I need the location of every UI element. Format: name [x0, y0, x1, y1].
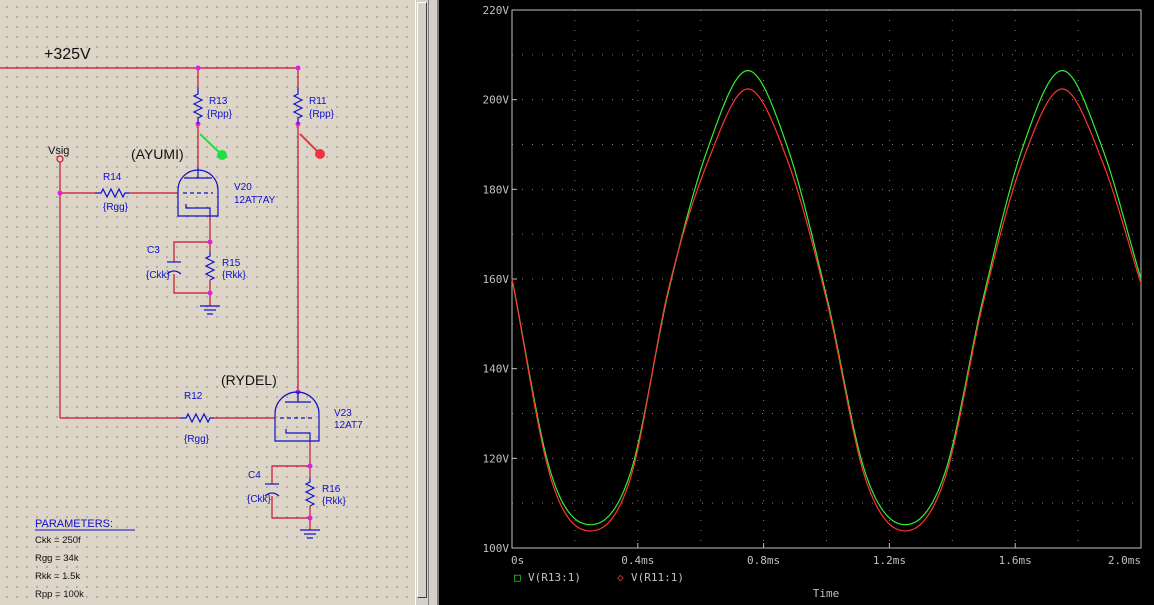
parameter-line: Rpp = 100k	[35, 589, 84, 600]
r13-ref: R13	[209, 96, 228, 107]
tube-top-name: (AYUMI)	[131, 146, 184, 162]
ground-icon	[200, 305, 220, 315]
y-tick-label: 140V	[483, 363, 510, 376]
r14-ref: R14	[103, 172, 122, 183]
c4-value: {Ckk}	[247, 494, 272, 505]
r16-ref: R16	[322, 484, 341, 495]
c4-ref: C4	[248, 470, 261, 481]
schematic-drawing[interactable]: +325V Vsig (AYUMI) (RYDEL) R13 {Rpp} R11…	[0, 0, 415, 605]
y-tick-label: 180V	[483, 183, 510, 196]
ground-icon	[300, 529, 320, 539]
vsig-label: Vsig	[48, 145, 69, 157]
r14-value: {Rgg}	[103, 202, 129, 213]
r11-value: {Rpp}	[309, 109, 335, 120]
x-tick-label: 1.2ms	[873, 554, 906, 567]
x-tick-label: 0s	[511, 554, 524, 567]
resistor-r15-icon[interactable]	[204, 252, 216, 281]
plot-grid	[512, 10, 1141, 548]
legend-entry[interactable]: V(R11:1)	[631, 571, 684, 584]
parameters-title: PARAMETERS:	[35, 518, 113, 530]
r12-value: {Rgg}	[184, 434, 210, 445]
r15-ref: R15	[222, 258, 241, 269]
v20-value: 12AT7AY	[234, 195, 276, 206]
x-axis-label: Time	[813, 587, 840, 600]
r12-ref: R12	[184, 391, 203, 402]
scrollbar-thumb[interactable]	[417, 2, 427, 598]
legend-marker-icon: ◇	[617, 571, 624, 584]
y-tick-label: 200V	[483, 94, 510, 107]
x-tick-label: 0.4ms	[621, 554, 654, 567]
c3-ref: C3	[147, 245, 160, 256]
resistor-r16-icon[interactable]	[304, 478, 316, 507]
voltage-probe-red-icon[interactable]	[315, 149, 325, 159]
resistor-r11-icon[interactable]	[292, 88, 304, 124]
schematic-vertical-scrollbar[interactable]	[415, 0, 429, 605]
v20-ref: V20	[234, 182, 252, 193]
legend-entry[interactable]: V(R13:1)	[528, 571, 581, 584]
y-tick-label: 100V	[483, 542, 510, 555]
r15-value: {Rkk}	[222, 270, 247, 281]
schematic-canvas[interactable]: +325V Vsig (AYUMI) (RYDEL) R13 {Rpp} R11…	[0, 0, 415, 605]
wires	[0, 67, 321, 530]
vacuum-tube-v20-icon[interactable]	[177, 168, 219, 217]
probe-plot-window[interactable]: 100V 120V 140V 160V 180V 200V 220V 0s 0.4ms 0.8m…	[439, 0, 1154, 605]
waveform-chart[interactable]: 100V 120V 140V 160V 180V 200V 220V 0s 0.4ms 0.8m…	[439, 0, 1154, 605]
x-tick-label: 1.6ms	[999, 554, 1032, 567]
x-tick-label: 2.0ms	[1108, 554, 1141, 567]
parameter-line: Rgg = 34k	[35, 553, 79, 564]
resistor-r14-icon[interactable]	[95, 187, 129, 199]
vacuum-tube-v23-icon[interactable]	[274, 391, 320, 442]
parameter-line: Rkk = 1.5k	[35, 571, 80, 582]
r16-value: {Rkk}	[322, 496, 347, 507]
c3-value: {Ckk}	[146, 270, 171, 281]
parameter-line: Ckk = 250f	[35, 535, 81, 546]
legend-marker-icon: □	[514, 571, 521, 584]
pane-splitter[interactable]	[429, 0, 439, 605]
y-tick-label: 220V	[483, 4, 510, 17]
resistor-r12-icon[interactable]	[180, 412, 214, 424]
v23-value: 12AT7	[334, 420, 363, 431]
x-tick-label: 0.8ms	[747, 554, 780, 567]
tube-bottom-name: (RYDEL)	[221, 372, 277, 388]
y-tick-label: 160V	[483, 273, 510, 286]
supply-label: +325V	[44, 46, 91, 63]
y-tick-label: 120V	[483, 452, 510, 465]
waveform-series	[511, 69, 1142, 532]
r11-ref: R11	[309, 96, 327, 107]
resistor-r13-icon[interactable]	[192, 88, 204, 124]
r13-value: {Rpp}	[207, 109, 233, 120]
series-line	[511, 88, 1142, 532]
voltage-probe-green-icon[interactable]	[217, 150, 227, 160]
v23-ref: V23	[334, 408, 352, 419]
